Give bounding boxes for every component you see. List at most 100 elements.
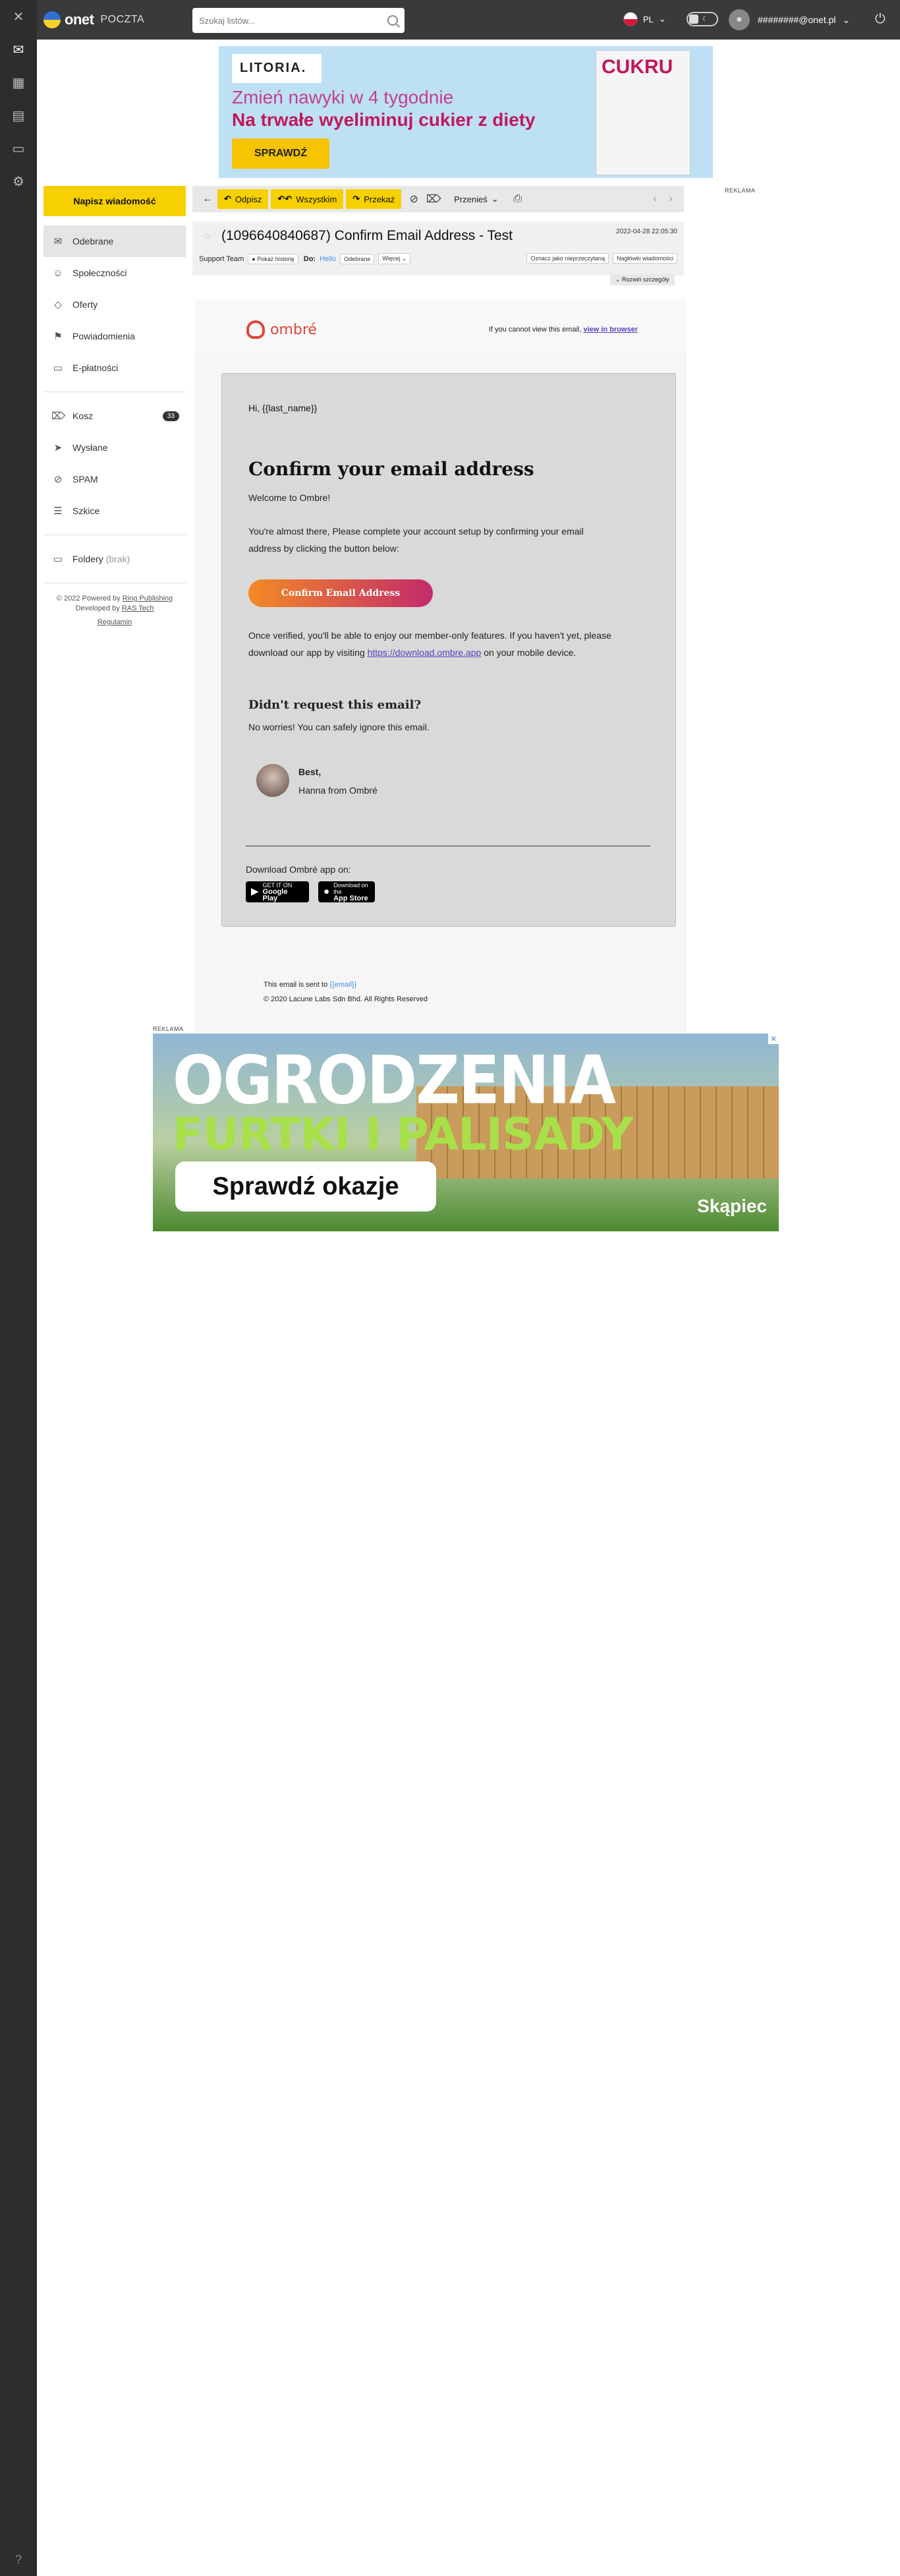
previous-message-icon[interactable]: ‹ [647, 193, 663, 205]
calendar-icon[interactable]: ▦ [0, 66, 37, 99]
google-play-big: Google Play [262, 888, 288, 902]
payment-icon: ▭ [53, 363, 63, 374]
star-icon[interactable]: ☆ [203, 231, 211, 242]
reply-icon: ↶ [224, 194, 231, 204]
trash-icon[interactable]: ⌦ [424, 189, 443, 209]
ad-label: REKLAMA [153, 1026, 184, 1032]
folders-empty-label: (brak) [105, 554, 130, 564]
nav-item-label: E-płatności [72, 363, 119, 373]
bottom-banner-ad[interactable]: OGRODZENIA FURTKI I PALISADY Sprawdź oka… [153, 1034, 779, 1231]
ad-book-image: CUKRU [596, 50, 690, 175]
nav-item-social[interactable]: ☺ Społeczności [43, 257, 186, 289]
language-selector[interactable]: PL ⌄ [623, 12, 666, 26]
reply-all-button[interactable]: ↶↶ Wszystkim [271, 189, 344, 209]
nav-item-inbox[interactable]: ✉ Odebrane [43, 225, 186, 257]
avatar: ● [729, 9, 750, 30]
compose-button[interactable]: Napisz wiadomość [43, 186, 186, 216]
google-play-badge[interactable]: ▶ GET IT ON Google Play [246, 881, 309, 902]
folder-icon[interactable]: ▭ [0, 132, 37, 165]
ring-publishing-link[interactable]: Ring Publishing [123, 595, 173, 602]
nav-item-spam[interactable]: ⊘ SPAM [43, 463, 186, 495]
ad-cta-button[interactable]: Sprawdź okazje [175, 1161, 436, 1212]
nav-item-trash[interactable]: ⌦ Kosz 33 [43, 400, 186, 432]
print-icon[interactable]: ⎙ [508, 189, 528, 209]
moon-icon: ☾ [702, 15, 708, 23]
ad-headline-1: Zmień nawyki w 4 tygodnie [232, 87, 454, 107]
chevron-down-icon: ⌄ [491, 194, 499, 204]
view-in-browser-link[interactable]: view in browser [583, 326, 638, 334]
close-icon[interactable]: ✕ [0, 0, 37, 33]
ad-cta-button[interactable]: SPRAWDŹ [232, 138, 329, 169]
ad-brand: LITORIA. [232, 54, 322, 83]
signature-name: Hanna from Ombré [298, 785, 378, 796]
settings-icon[interactable]: ⚙ [0, 165, 37, 198]
terms-link[interactable]: Regulamin [98, 618, 132, 626]
sender-name[interactable]: Support Team [199, 255, 244, 263]
top-banner-ad[interactable]: LITORIA. Zmień nawyki w 4 tygodnie Na tr… [219, 46, 713, 178]
message-toolbar: ← ↶ Odpisz ↶↶ Wszystkim ↷ Przekaż ⊘ ⌦ Pr… [192, 186, 684, 212]
ras-tech-link[interactable]: RAS Tech [122, 604, 154, 612]
apple-icon: ● [323, 886, 330, 897]
next-message-icon[interactable]: › [663, 193, 679, 205]
nav-item-sent[interactable]: ➤ Wysłane [43, 432, 186, 463]
ad-label: REKLAMA [725, 187, 756, 194]
nav-item-folders[interactable]: ▭ Foldery (brak) [43, 543, 186, 575]
inbox-icon: ✉ [53, 236, 63, 247]
dark-mode-toggle[interactable]: ☾ [687, 12, 718, 26]
logout-icon[interactable]: ⏻ [875, 12, 886, 27]
close-ad-icon[interactable]: ✕ [768, 1034, 779, 1044]
left-footer: © 2022 Powered by Ring Publishing Develo… [43, 594, 186, 628]
nav-item-epayments[interactable]: ▭ E-płatności [43, 352, 186, 384]
google-play-icon: ▶ [251, 886, 259, 897]
move-label: Przenieś [454, 194, 488, 204]
expand-details-button[interactable]: ⌄ Rozwiń szczegóły [610, 274, 675, 285]
show-history-button[interactable]: ● Pokaż historię [248, 253, 298, 264]
recipient-name[interactable]: Hello [320, 255, 336, 263]
chevron-down-icon: ⌄ [842, 14, 851, 25]
nav-item-label: Oferty [72, 299, 98, 310]
tag-icon: ◇ [54, 299, 62, 310]
download-link[interactable]: https://download.ombre.app [368, 647, 482, 658]
email-footer-sent-to: This email is sent to {{email}} [264, 981, 356, 989]
email-body: ombré If you cannot view this email, vie… [195, 299, 687, 1032]
verified-paragraph: Once verified, you'll be able to enjoy o… [248, 627, 631, 661]
folder-pill[interactable]: Odebrane [340, 253, 375, 264]
confirm-email-button[interactable]: Confirm Email Address [248, 579, 433, 607]
signature-avatar [256, 764, 289, 797]
nav-item-drafts[interactable]: ☰ Szkice [43, 495, 186, 527]
block-icon[interactable]: ⊘ [404, 189, 424, 209]
nav-item-label: Społeczności [72, 268, 127, 278]
signature-greeting: Best, [298, 767, 322, 777]
forward-label: Przekaż [364, 194, 395, 204]
search-input[interactable] [199, 15, 387, 26]
move-dropdown[interactable]: Przenieś ⌄ [449, 194, 503, 204]
view-in-browser-line: If you cannot view this email, view in b… [489, 326, 638, 334]
nav-item-offers[interactable]: ◇ Oferty [43, 289, 186, 320]
user-menu[interactable]: ● ########@onet.pl ⌄ [729, 9, 850, 30]
message-meta: Support Team ● Pokaż historię Do: Hello … [199, 253, 411, 264]
app-rail: ✕ ✉ ▦ ▤ ▭ ⚙ ? [0, 0, 37, 2576]
forward-button[interactable]: ↷ Przekaż [346, 189, 402, 209]
more-pill[interactable]: Więcej ⌄ [378, 253, 411, 264]
ombre-brand-name: ombré [270, 321, 317, 338]
notification-icon: ⚑ [53, 331, 63, 342]
headers-button[interactable]: Nagłówki wiadomości [612, 253, 677, 264]
reply-button[interactable]: ↶ Odpisz [217, 189, 269, 209]
didnt-request-heading: Didn't request this email? [248, 698, 422, 712]
message-actions: Oznacz jako nieprzeczytaną Nagłówki wiad… [522, 253, 677, 264]
help-icon[interactable]: ? [0, 2553, 37, 2567]
back-arrow-icon[interactable]: ← [198, 189, 217, 209]
nav-item-notifications[interactable]: ⚑ Powiadomienia [43, 320, 186, 352]
spam-icon: ⊘ [53, 474, 63, 485]
social-icon: ☺ [53, 267, 63, 279]
app-store-badge[interactable]: ● Download on the App Store [318, 881, 375, 902]
onet-logo[interactable]: onet POCZTA [43, 11, 144, 28]
mail-icon[interactable]: ✉ [0, 33, 37, 66]
expand-details-label: Rozwiń szczegóły [622, 276, 669, 283]
search-icon[interactable] [387, 15, 398, 26]
contacts-icon[interactable]: ▤ [0, 99, 37, 132]
app-store-small: Download on the [333, 882, 368, 895]
toggle-knob [689, 15, 698, 24]
mark-unread-button[interactable]: Oznacz jako nieprzeczytaną [526, 253, 609, 264]
folder-nav: Napisz wiadomość ✉ Odebrane ☺ Społecznoś… [43, 186, 186, 628]
